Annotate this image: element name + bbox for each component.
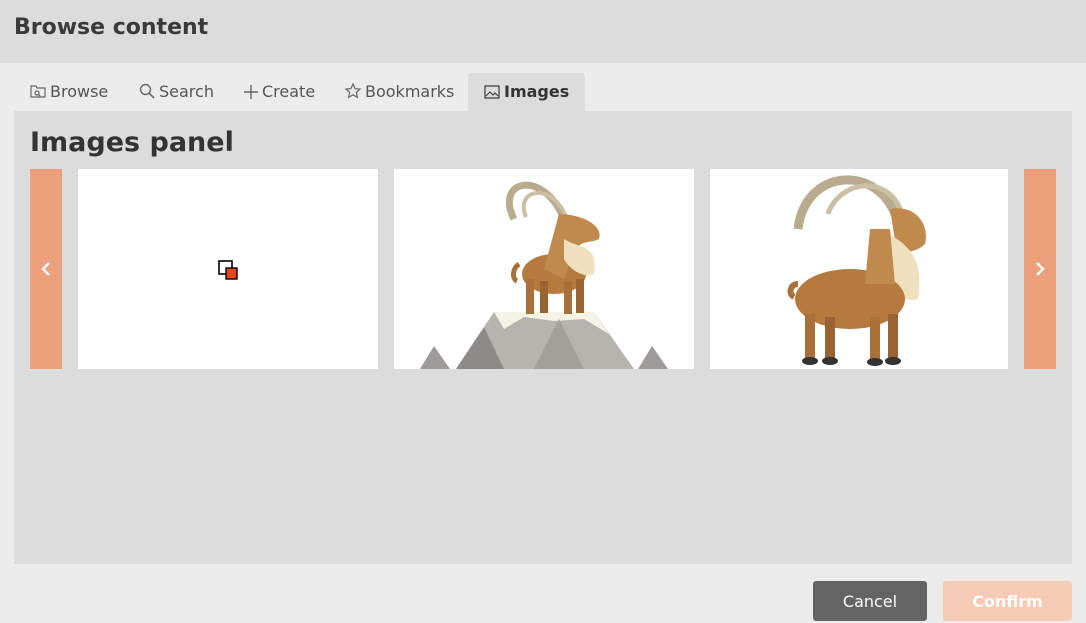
images-panel: Images panel xyxy=(14,111,1072,564)
tab-images-label: Images xyxy=(504,82,570,101)
tab-search-label: Search xyxy=(159,82,214,101)
image-thumbnail-2[interactable] xyxy=(394,169,694,369)
star-icon xyxy=(344,82,362,99)
broken-image-icon xyxy=(218,260,238,280)
previous-button[interactable] xyxy=(30,169,62,369)
dialog-title: Browse content xyxy=(14,15,209,40)
chevron-left-icon xyxy=(41,262,50,276)
chevron-right-icon xyxy=(1036,262,1045,276)
panel-title: Images panel xyxy=(30,127,234,158)
search-icon xyxy=(139,83,155,99)
tab-bookmarks-label: Bookmarks xyxy=(365,82,455,101)
tab-bookmarks[interactable]: Bookmarks xyxy=(344,73,455,111)
image-thumbnail-3[interactable] xyxy=(710,169,1008,369)
cancel-button[interactable]: Cancel xyxy=(813,581,927,621)
plus-icon xyxy=(244,85,258,99)
confirm-button[interactable]: Confirm xyxy=(943,581,1072,621)
next-button[interactable] xyxy=(1024,169,1056,369)
tab-images[interactable]: Images xyxy=(468,73,586,111)
tab-search[interactable]: Search xyxy=(139,73,214,111)
tab-create-label: Create xyxy=(262,82,316,101)
ibex-standing-image xyxy=(787,175,926,366)
tab-browse-label: Browse xyxy=(50,82,109,101)
ibex-on-mountain-image xyxy=(420,181,668,369)
tab-create[interactable]: Create xyxy=(244,73,315,111)
image-thumbnail-1[interactable] xyxy=(78,169,378,369)
tab-browse[interactable]: Browse xyxy=(30,73,108,111)
image-icon xyxy=(484,85,500,99)
browse-icon xyxy=(30,85,46,98)
dialog-header: Browse content xyxy=(0,0,1086,63)
